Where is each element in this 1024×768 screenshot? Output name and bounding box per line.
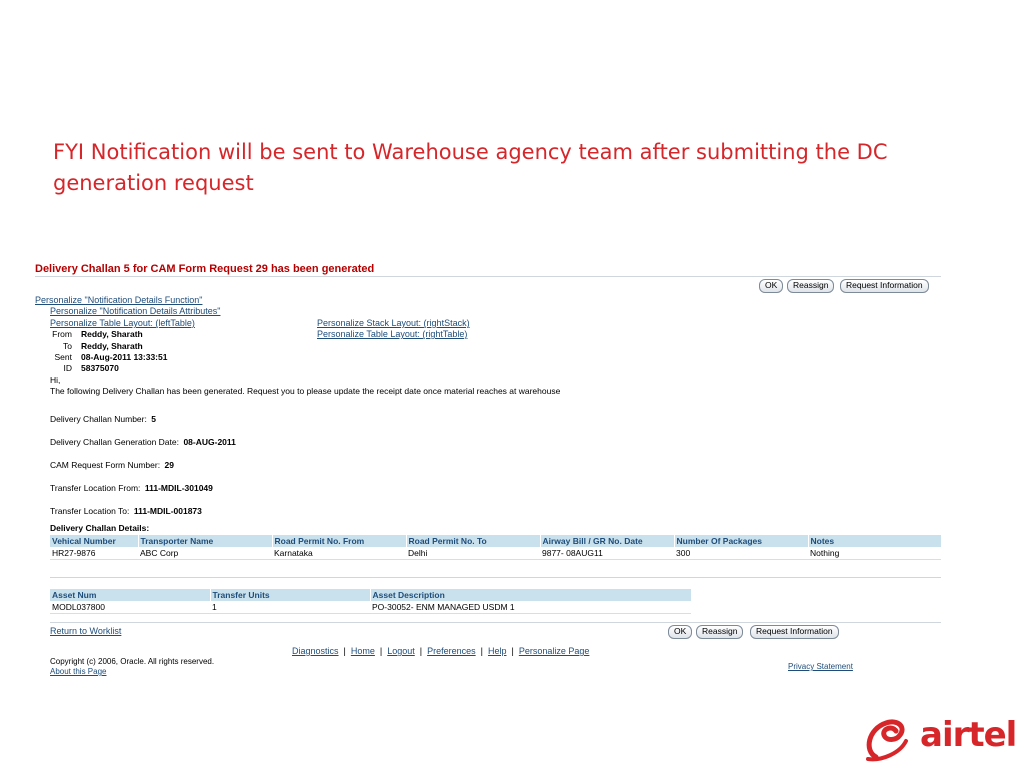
home-link[interactable]: Home [351, 646, 375, 656]
table-cell: MODL037800 [50, 601, 210, 614]
airtel-wordmark: airtel [920, 715, 1017, 755]
sent-label: Sent [54, 352, 73, 362]
dc-details-title: Delivery Challan Details: [50, 523, 150, 533]
dc-number-label: Delivery Challan Number: [50, 414, 147, 424]
dc-details-table: Vehical Number Transporter Name Road Per… [50, 535, 942, 560]
dc-date-row: Delivery Challan Generation Date: 08-AUG… [50, 432, 236, 450]
reassign-button[interactable]: Reassign [696, 625, 744, 639]
request-information-button[interactable]: Request Information [840, 279, 929, 293]
personalize-left-table-link[interactable]: Personalize Table Layout: (leftTable) [50, 318, 195, 328]
dc-number-row: Delivery Challan Number: 5 [50, 409, 156, 427]
table-cell: Karnataka [272, 547, 406, 560]
personalize-right-table-link[interactable]: Personalize Table Layout: (rightTable) [317, 329, 467, 339]
section-divider [50, 577, 941, 578]
personalize-function-link[interactable]: Personalize "Notification Details Functi… [35, 295, 202, 305]
greeting-text: Hi, [50, 375, 61, 385]
table-cell: PO-30052- ENM MANAGED USDM 1 [370, 601, 691, 614]
transfer-to-value: 111-MDIL-001873 [133, 506, 202, 516]
table-cell: Delhi [406, 547, 540, 560]
notification-header: Delivery Challan 5 for CAM Form Request … [35, 263, 375, 275]
table-cell: ABC Corp [138, 547, 272, 560]
airtel-logo: airtel [862, 713, 1017, 763]
asset-table-header-row: Asset Num Transfer Units Asset Descripti… [50, 589, 692, 601]
dc-col-road-permit-to: Road Permit No. To [406, 535, 541, 547]
sent-value: 08-Aug-2011 13:33:51 [81, 352, 168, 362]
table-row: MODL037800 1 PO-30052- ENM MANAGED USDM … [50, 601, 691, 614]
asset-col-transfer-units: Transfer Units [210, 589, 371, 601]
asset-col-asset-description: Asset Description [370, 589, 692, 601]
help-link[interactable]: Help [488, 646, 507, 656]
oracle-notification-screenshot: Delivery Challan 5 for CAM Form Request … [0, 0, 1024, 768]
message-text: The following Delivery Challan has been … [50, 386, 561, 396]
id-label: ID [63, 363, 73, 373]
privacy-statement-link[interactable]: Privacy Statement [788, 662, 853, 671]
transfer-from-label: Transfer Location From: [50, 483, 141, 493]
from-value: Reddy, Sharath [81, 329, 143, 339]
divider: | [480, 646, 483, 656]
dc-table-header-row: Vehical Number Transporter Name Road Per… [50, 535, 942, 547]
dc-col-notes: Notes [808, 535, 942, 547]
dc-col-number-of-packages: Number Of Packages [674, 535, 809, 547]
divider: | [419, 646, 423, 656]
section-divider [50, 622, 941, 623]
to-value: Reddy, Sharath [81, 341, 143, 351]
about-this-page-link[interactable]: About this Page [50, 667, 106, 676]
table-cell: 9877- 08AUG11 [540, 547, 674, 560]
dc-date-value: 08-AUG-2011 [183, 437, 236, 447]
to-label: To [63, 341, 72, 351]
dc-col-airway-bill: Airway Bill / GR No. Date [540, 535, 675, 547]
table-cell: Nothing [808, 547, 941, 560]
transfer-to-label: Transfer Location To: [50, 506, 130, 516]
asset-col-asset-num: Asset Num [50, 589, 211, 601]
divider: | [343, 646, 346, 656]
preferences-link[interactable]: Preferences [427, 646, 476, 656]
personalize-right-stack-link[interactable]: Personalize Stack Layout: (rightStack) [317, 318, 470, 328]
divider: | [379, 646, 383, 656]
divider: | [511, 646, 514, 656]
dc-col-transporter-name: Transporter Name [138, 535, 273, 547]
return-to-worklist-link[interactable]: Return to Worklist [50, 626, 121, 636]
personalize-page-link[interactable]: Personalize Page [519, 646, 590, 656]
table-cell: 1 [210, 601, 370, 614]
personalize-attributes-link[interactable]: Personalize "Notification Details Attrib… [50, 306, 220, 316]
copyright-text: Copyright (c) 2006, Oracle. All rights r… [50, 657, 215, 666]
dc-number-value: 5 [151, 414, 157, 424]
header-divider [35, 276, 941, 277]
dc-col-road-permit-from: Road Permit No. From [272, 535, 407, 547]
diagnostics-link[interactable]: Diagnostics [292, 646, 339, 656]
request-information-button[interactable]: Request Information [750, 625, 839, 639]
logout-link[interactable]: Logout [387, 646, 415, 656]
dc-date-label: Delivery Challan Generation Date: [50, 437, 179, 447]
asset-table: Asset Num Transfer Units Asset Descripti… [50, 589, 692, 614]
cam-number-label: CAM Request Form Number: [50, 460, 161, 470]
cam-number-row: CAM Request Form Number: 29 [50, 455, 174, 473]
table-row: HR27-9876 ABC Corp Karnataka Delhi 9877-… [50, 547, 941, 560]
reassign-button[interactable]: Reassign [787, 279, 835, 293]
dc-col-vehical-number: Vehical Number [50, 535, 139, 547]
id-value: 58375070 [81, 363, 119, 373]
ok-button[interactable]: OK [668, 625, 693, 639]
cam-number-value: 29 [164, 460, 174, 470]
table-cell: 300 [674, 547, 808, 560]
table-cell: HR27-9876 [50, 547, 138, 560]
footer-links: Diagnostics | Home | Logout | Preferences | Help… [292, 646, 589, 656]
transfer-from-row: Transfer Location From: 111-MDIL-301049 [50, 478, 213, 496]
from-label: From [52, 329, 72, 339]
transfer-from-value: 111-MDIL-301049 [144, 483, 213, 493]
ok-button[interactable]: OK [759, 279, 784, 293]
transfer-to-row: Transfer Location To: 111-MDIL-001873 [50, 501, 202, 519]
